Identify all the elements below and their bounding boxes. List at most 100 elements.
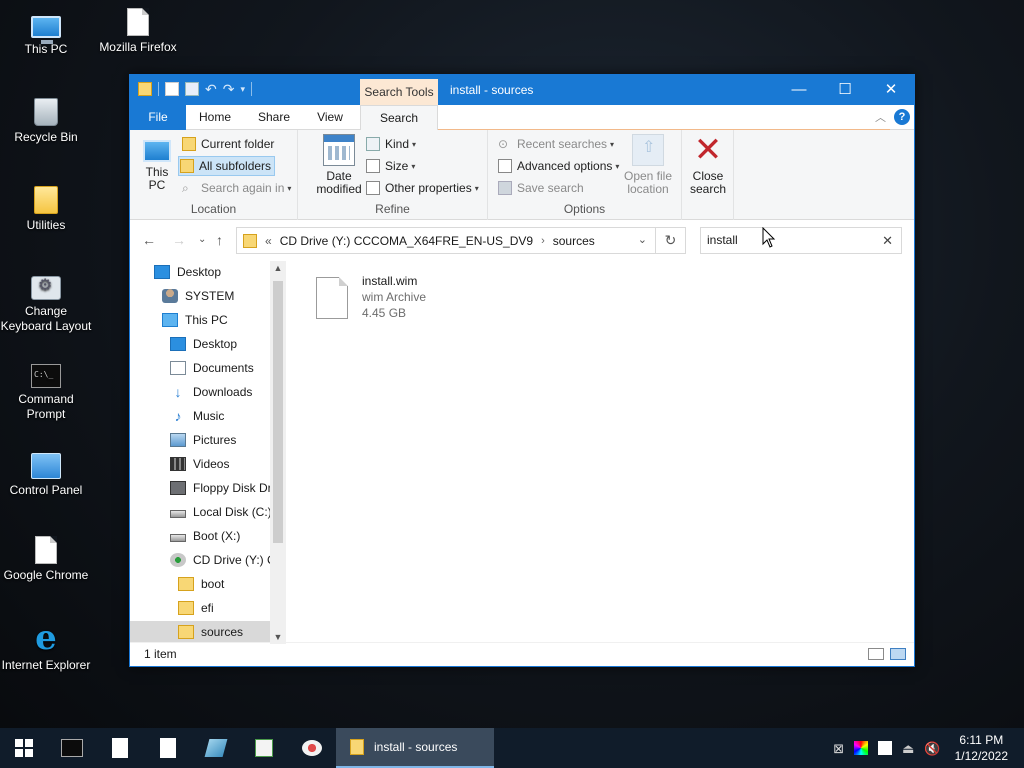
color-app-icon[interactable] — [854, 741, 869, 755]
maximize-button[interactable]: ☐ — [822, 75, 868, 105]
minimize-ribbon-icon[interactable]: ︿ — [875, 109, 886, 125]
nav-item-sources[interactable]: sources — [130, 621, 270, 643]
dropdown-icon: ▾ — [615, 161, 620, 171]
size-button[interactable]: Size ▾ — [366, 156, 415, 176]
tab-search[interactable]: Search — [360, 105, 438, 131]
back-icon[interactable]: ← — [142, 232, 156, 248]
nav-item-this-pc[interactable]: This PC — [162, 309, 228, 331]
open-file-location-button[interactable]: ⇧ Open file location — [620, 134, 676, 196]
taskbar-app-pen[interactable] — [192, 728, 240, 768]
overflow-chevron[interactable]: « — [265, 234, 272, 248]
scroll-down-icon[interactable]: ▼ — [270, 632, 286, 642]
nav-item-efi[interactable]: efi — [178, 597, 214, 619]
chevron-right-icon[interactable]: › — [541, 235, 545, 247]
cd-icon — [170, 553, 186, 567]
search-again-in-button[interactable]: ⌕ Search again in ▾ — [182, 178, 291, 198]
nav-item-music[interactable]: ♪ Music — [170, 405, 225, 427]
tab-home[interactable]: Home — [186, 105, 244, 130]
taskbar-file-2[interactable] — [144, 728, 192, 768]
tab-share[interactable]: Share — [246, 105, 302, 130]
search-input[interactable]: install ✕ — [700, 227, 902, 254]
this-pc-button[interactable]: This PC — [140, 134, 174, 192]
nav-pane-scrollbar[interactable]: ▲ ▼ — [270, 261, 286, 644]
up-icon[interactable]: ↑ — [216, 232, 223, 248]
save-search-button[interactable]: Save search — [498, 178, 584, 198]
nav-item-floppy-disk[interactable]: Floppy Disk Dri — [170, 477, 274, 499]
scroll-up-icon[interactable]: ▲ — [270, 263, 286, 273]
desktop-icon-recycle-bin[interactable]: Recycle Bin — [0, 98, 92, 145]
refresh-icon[interactable]: ↻ — [655, 228, 685, 253]
tab-view[interactable]: View — [304, 105, 356, 130]
nav-item-local-disk-c[interactable]: Local Disk (C:) — [170, 501, 272, 523]
nav-item-cd-drive-y[interactable]: CD Drive (Y:) C — [170, 549, 276, 571]
desktop-icon-command-prompt[interactable]: Command Prompt — [0, 360, 92, 422]
undo-icon[interactable]: ↶ — [205, 82, 217, 96]
taskbar-app-chart[interactable] — [240, 728, 288, 768]
nav-item-system[interactable]: SYSTEM — [162, 285, 234, 307]
breadcrumb-cd-drive[interactable]: CD Drive (Y:) CCCOMA_X64FRE_EN-US_DV9 — [280, 234, 533, 248]
result-item[interactable]: install.wim wim Archive 4.45 GB — [316, 273, 426, 321]
nav-item-videos[interactable]: Videos — [170, 453, 229, 475]
scrollbar-thumb[interactable] — [273, 281, 283, 543]
mouse-cursor-icon — [762, 227, 776, 248]
start-button[interactable] — [0, 728, 48, 768]
all-subfolders-button[interactable]: All subfolders — [178, 156, 276, 176]
desktop-icon-firefox[interactable]: Mozilla Firefox — [92, 8, 184, 55]
window-title: install - sources — [450, 83, 534, 97]
desktop-icon-internet-explorer[interactable]: e Internet Explorer — [0, 621, 92, 673]
minimize-button[interactable]: — — [776, 75, 822, 105]
snipping-tool-icon — [302, 740, 322, 756]
recent-searches-button[interactable]: ⊙ Recent searches ▾ — [498, 134, 614, 154]
redo-icon[interactable]: ↷ — [223, 82, 235, 96]
clock[interactable]: 6:11 PM 1/12/2022 — [955, 732, 1008, 764]
usb-icon[interactable]: ⏏ — [902, 741, 914, 756]
taskbar: install - sources ⊠ ⏏ 🔇 6:11 PM 1/12/202… — [0, 728, 1024, 768]
close-button[interactable]: ✕ — [868, 75, 914, 105]
details-view-icon[interactable] — [868, 648, 884, 660]
recent-locations-icon[interactable]: ⌄ — [198, 234, 206, 245]
desktop-icon-control-panel[interactable]: Control Panel — [0, 450, 92, 498]
desktop-icon-google-chrome[interactable]: Google Chrome — [0, 536, 92, 583]
taskbar-file-1[interactable] — [96, 728, 144, 768]
nav-item-boot-x[interactable]: Boot (X:) — [170, 525, 240, 547]
videos-icon — [170, 457, 186, 471]
title-bar[interactable]: ↶ ↷ ▾ Search Tools install - sources — ☐… — [130, 75, 914, 105]
large-icons-view-icon[interactable] — [890, 648, 906, 660]
chart-app-icon — [255, 739, 273, 757]
nav-item-documents[interactable]: Documents — [170, 357, 254, 379]
nav-item-pictures[interactable]: Pictures — [170, 429, 236, 451]
nav-item-desktop-2[interactable]: Desktop — [170, 333, 237, 355]
date-modified-button[interactable]: Date modified — [308, 134, 370, 196]
new-folder-icon[interactable] — [185, 82, 199, 96]
kind-button[interactable]: Kind ▾ — [366, 134, 416, 154]
customize-toolbar-icon[interactable]: ▾ — [240, 82, 245, 96]
breadcrumb-sources[interactable]: sources — [553, 234, 595, 248]
forward-icon[interactable]: → — [172, 232, 186, 248]
nav-item-desktop[interactable]: Desktop — [154, 261, 221, 283]
current-folder-button[interactable]: Current folder — [182, 134, 274, 154]
folder-icon — [34, 186, 58, 214]
advanced-options-button[interactable]: Advanced options ▾ — [498, 156, 619, 176]
taskbar-command-prompt[interactable] — [48, 728, 96, 768]
desktop-icon-utilities[interactable]: Utilities — [0, 186, 92, 233]
clear-search-icon[interactable]: ✕ — [882, 228, 893, 253]
nav-item-downloads[interactable]: ↓ Downloads — [170, 381, 253, 403]
address-bar[interactable]: « CD Drive (Y:) CCCOMA_X64FRE_EN-US_DV9 … — [236, 227, 686, 254]
network-icon[interactable]: ⊠ — [833, 741, 844, 756]
open-location-icon: ⇧ — [632, 134, 664, 166]
chevron-down-icon[interactable]: ⌄ — [638, 233, 647, 246]
desktop-icon-change-keyboard-layout[interactable]: Change Keyboard Layout — [0, 272, 92, 334]
nav-item-boot[interactable]: boot — [178, 573, 224, 595]
help-icon[interactable]: ? — [894, 109, 910, 125]
tab-file[interactable]: File — [130, 105, 186, 130]
volume-muted-icon[interactable]: 🔇 — [924, 741, 940, 756]
file-icon[interactable] — [878, 741, 893, 755]
taskbar-explorer-window[interactable]: install - sources — [336, 728, 494, 768]
other-properties-button[interactable]: Other properties ▾ — [366, 178, 479, 198]
close-search-button[interactable]: ✕ Close search — [686, 133, 730, 196]
status-bar: 1 item — [130, 642, 914, 666]
taskbar-app-snip[interactable] — [288, 728, 336, 768]
desktop-icon-this-pc[interactable]: This PC — [0, 10, 92, 57]
search-icon: ⌕ — [182, 181, 189, 195]
properties-icon[interactable] — [165, 82, 179, 96]
